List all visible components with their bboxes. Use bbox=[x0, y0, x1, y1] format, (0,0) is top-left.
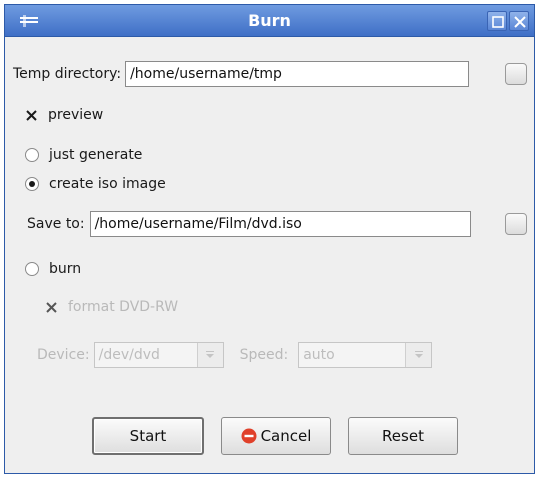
device-speed-row: Device: /dev/dvd Speed: auto bbox=[37, 342, 433, 368]
cancel-button-label: Cancel bbox=[260, 427, 312, 445]
chevron-down-icon bbox=[206, 351, 215, 358]
just-generate-label: just generate bbox=[49, 147, 143, 163]
burn-option[interactable]: burn bbox=[25, 261, 81, 277]
window-title: Burn bbox=[248, 11, 291, 30]
device-select[interactable]: /dev/dvd bbox=[93, 342, 224, 368]
save-to-row: Save to: /home/username/Film/dvd.iso bbox=[27, 211, 471, 237]
start-button-label: Start bbox=[129, 427, 167, 445]
burn-label: burn bbox=[49, 261, 82, 277]
save-to-label: Save to: bbox=[27, 216, 85, 232]
temp-directory-browse-button[interactable] bbox=[505, 63, 527, 85]
cancel-icon bbox=[241, 428, 257, 444]
preview-checkbox[interactable] bbox=[25, 109, 38, 122]
maximize-button[interactable] bbox=[487, 11, 507, 31]
create-iso-radio[interactable] bbox=[25, 177, 39, 191]
format-dvd-checkbox[interactable] bbox=[45, 301, 58, 314]
preview-label: preview bbox=[48, 107, 104, 123]
speed-label: Speed: bbox=[239, 347, 289, 363]
temp-directory-label: Temp directory: bbox=[13, 66, 122, 82]
burn-dialog: Burn Temp directory: /home/username/tmp … bbox=[4, 4, 535, 474]
device-value: /dev/dvd bbox=[98, 347, 160, 363]
reset-button-label: Reset bbox=[382, 427, 424, 445]
format-dvd-row[interactable]: format DVD-RW bbox=[45, 299, 178, 315]
burn-radio[interactable] bbox=[25, 262, 39, 276]
cancel-button[interactable]: Cancel bbox=[221, 417, 331, 455]
chevron-down-icon bbox=[414, 351, 423, 358]
speed-select[interactable]: auto bbox=[298, 342, 433, 368]
speed-dropdown-arrow[interactable] bbox=[405, 343, 432, 367]
checkmark-icon bbox=[46, 301, 57, 313]
device-label: Device: bbox=[37, 347, 90, 363]
save-to-input[interactable]: /home/username/Film/dvd.iso bbox=[89, 211, 471, 237]
just-generate-option[interactable]: just generate bbox=[25, 147, 142, 163]
maximize-icon bbox=[492, 16, 504, 28]
close-icon bbox=[514, 16, 526, 28]
device-dropdown-arrow[interactable] bbox=[196, 343, 223, 367]
start-button[interactable]: Start bbox=[92, 417, 204, 455]
preview-checkbox-row[interactable]: preview bbox=[25, 107, 103, 123]
save-to-browse-button[interactable] bbox=[505, 213, 527, 235]
title-bar[interactable]: Burn bbox=[5, 5, 534, 37]
create-iso-option[interactable]: create iso image bbox=[25, 176, 166, 192]
temp-directory-row: Temp directory: /home/username/tmp bbox=[13, 61, 470, 87]
checkmark-icon bbox=[26, 109, 37, 121]
create-iso-label: create iso image bbox=[49, 176, 166, 192]
close-button[interactable] bbox=[509, 11, 529, 31]
reset-button[interactable]: Reset bbox=[348, 417, 458, 455]
speed-value: auto bbox=[303, 347, 335, 363]
temp-directory-input[interactable]: /home/username/tmp bbox=[125, 61, 470, 87]
just-generate-radio[interactable] bbox=[25, 148, 39, 162]
format-dvd-label: format DVD-RW bbox=[68, 299, 179, 315]
